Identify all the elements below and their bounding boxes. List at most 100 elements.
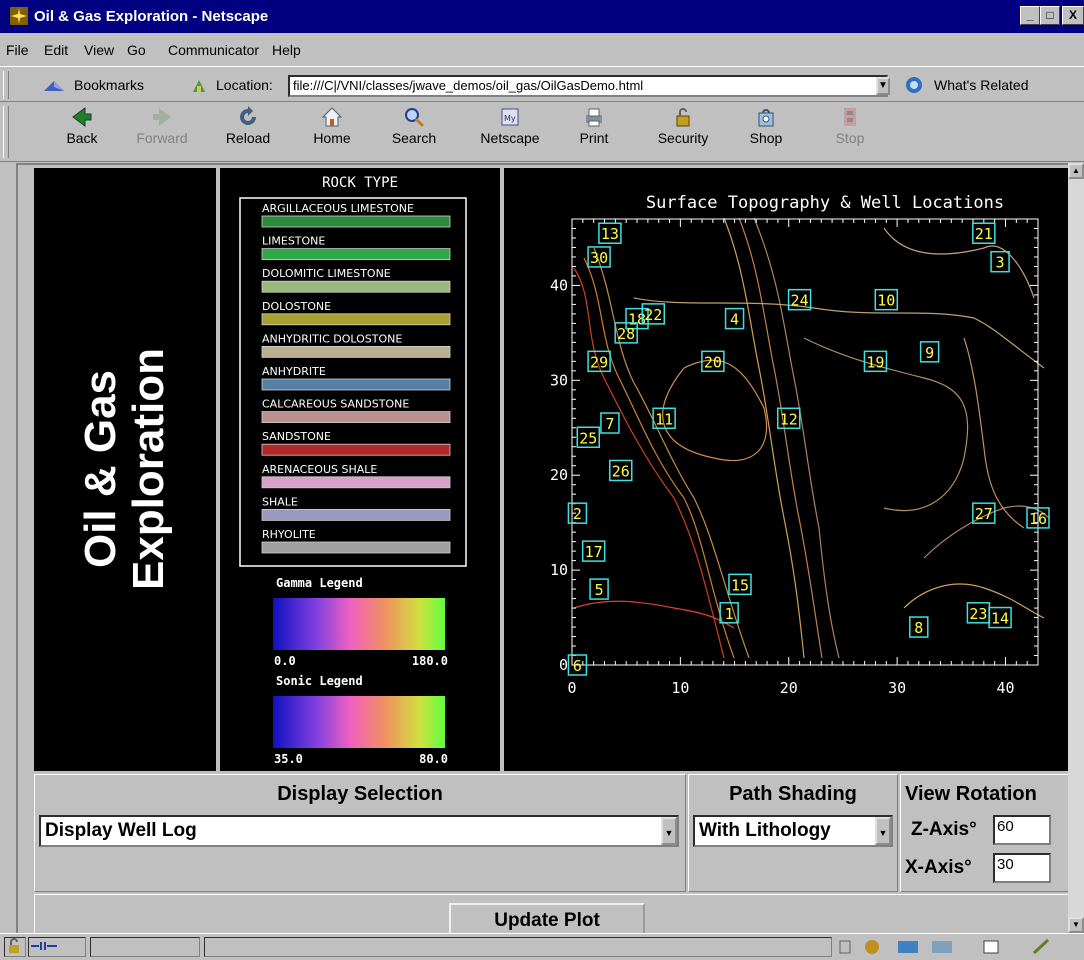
well-marker-label: 6 xyxy=(573,657,582,675)
well-marker-label: 28 xyxy=(617,325,635,343)
window-title-bar[interactable]: Oil & Gas Exploration - Netscape _ □ X xyxy=(0,0,1084,33)
topography-map[interactable]: Surface Topography & Well Locations 0 10 2… xyxy=(504,168,1068,771)
well-marker[interactable]: 3 xyxy=(990,250,1010,273)
well-marker[interactable]: 26 xyxy=(609,459,633,482)
close-button[interactable]: X xyxy=(1062,6,1084,25)
well-marker[interactable]: 12 xyxy=(776,407,801,430)
page-scrollbar[interactable]: ▲ ▼ xyxy=(1068,163,1084,933)
well-marker[interactable]: 14 xyxy=(988,606,1012,629)
newsgroups-icon xyxy=(932,941,952,953)
x-tick-label: 20 xyxy=(780,679,798,697)
chevron-down-icon[interactable]: ▼ xyxy=(661,817,677,845)
gamma-legend-title: Gamma Legend xyxy=(276,576,363,590)
scroll-down-button[interactable]: ▼ xyxy=(1068,917,1084,933)
forward-arrow-icon xyxy=(153,108,171,126)
back-button[interactable]: Back xyxy=(58,106,106,146)
minimize-button[interactable]: _ xyxy=(1020,6,1040,25)
netscape-app-icon xyxy=(10,7,28,25)
well-marker[interactable]: 10 xyxy=(874,288,899,311)
well-marker-label: 1 xyxy=(725,605,734,623)
menu-go[interactable]: Go xyxy=(127,42,146,58)
search-button[interactable]: Search xyxy=(384,106,444,146)
well-marker[interactable]: 30 xyxy=(587,246,611,268)
display-selection-panel: Display Selection Display Well Log ▼ xyxy=(34,774,686,892)
well-marker[interactable]: 20 xyxy=(701,350,725,373)
bookmarks-button[interactable]: Bookmarks xyxy=(74,77,144,93)
security-lock-status-icon[interactable] xyxy=(4,937,26,957)
well-marker[interactable]: 11 xyxy=(652,407,676,430)
well-marker[interactable]: 24 xyxy=(787,288,812,311)
menu-communicator[interactable]: Communicator xyxy=(168,42,259,58)
print-button[interactable]: Print xyxy=(570,106,618,146)
well-marker[interactable]: 22 xyxy=(641,303,666,325)
well-marker[interactable]: 5 xyxy=(589,578,609,600)
well-marker[interactable]: 17 xyxy=(581,540,606,562)
y-tick-label: 10 xyxy=(550,561,568,579)
app-title-panel: Oil & Gas Exploration xyxy=(34,168,216,771)
location-url-input[interactable]: file:///C|/VNI/classes/jwave_demos/oil_g… xyxy=(288,75,888,97)
lock-icon xyxy=(676,108,690,127)
rock-type-label: ANHYDRITIC DOLOSTONE xyxy=(262,332,402,345)
well-marker-label: 16 xyxy=(1029,510,1047,528)
x-axis-input[interactable]: 30 xyxy=(993,853,1051,883)
well-marker[interactable]: 13 xyxy=(598,222,622,244)
menu-bar: File Edit View Go Communicator Help xyxy=(0,33,1084,66)
rock-type-swatch xyxy=(261,411,451,424)
home-button[interactable]: Home xyxy=(308,106,356,146)
netscape-button[interactable]: My Netscape xyxy=(468,106,552,146)
well-marker[interactable]: 27 xyxy=(972,502,996,524)
stop-button[interactable]: Stop xyxy=(828,106,872,146)
well-marker[interactable]: 23 xyxy=(966,602,991,624)
well-marker[interactable]: 4 xyxy=(724,307,745,330)
well-marker[interactable]: 2 xyxy=(567,502,588,524)
rock-type-label: DOLOSTONE xyxy=(262,300,331,313)
forward-button[interactable]: Forward xyxy=(130,106,194,146)
bookmarks-icon xyxy=(44,81,64,91)
scroll-up-button[interactable]: ▲ xyxy=(1068,163,1084,179)
rock-type-label: SHALE xyxy=(262,495,298,508)
component-bar xyxy=(838,938,1078,956)
rock-type-swatch xyxy=(261,248,451,260)
well-marker-label: 3 xyxy=(996,254,1005,272)
well-marker-label: 22 xyxy=(644,306,662,324)
progress-field xyxy=(90,937,200,957)
toolbar-grip[interactable] xyxy=(3,106,9,158)
toolbar-grip[interactable] xyxy=(3,71,9,99)
menu-view[interactable]: View xyxy=(84,42,114,58)
well-marker[interactable]: 19 xyxy=(863,350,888,373)
rock-type-swatch xyxy=(261,476,451,489)
well-marker[interactable]: 15 xyxy=(728,573,752,596)
well-marker[interactable]: 9 xyxy=(919,341,940,363)
location-dropdown-button[interactable]: ▼ xyxy=(876,77,890,95)
maximize-button[interactable]: □ xyxy=(1040,6,1060,25)
well-marker[interactable]: 28 xyxy=(614,322,638,344)
display-selection-select[interactable]: Display Well Log ▼ xyxy=(39,815,679,847)
reload-button[interactable]: Reload xyxy=(218,106,278,146)
well-marker[interactable]: 7 xyxy=(600,412,620,434)
path-shading-panel: Path Shading With Lithology ▼ xyxy=(688,774,898,892)
well-marker[interactable]: 21 xyxy=(972,222,996,244)
update-plot-button[interactable]: Update Plot xyxy=(449,903,645,933)
menu-edit[interactable]: Edit xyxy=(44,42,68,58)
well-marker[interactable]: 25 xyxy=(576,426,601,449)
well-marker-label: 20 xyxy=(704,353,722,371)
well-marker[interactable]: 29 xyxy=(587,350,611,373)
well-marker[interactable]: 16 xyxy=(1026,507,1050,529)
chevron-down-icon[interactable]: ▼ xyxy=(875,817,891,845)
z-axis-input[interactable]: 60 xyxy=(993,815,1051,845)
well-marker[interactable]: 8 xyxy=(909,616,929,638)
home-icon xyxy=(321,107,343,127)
topography-map-panel[interactable]: Surface Topography & Well Locations 0 10 2… xyxy=(504,168,1068,771)
whats-related-button[interactable]: What's Related xyxy=(934,77,1029,93)
location-toolbar: Bookmarks Location: file:///C|/VNI/class… xyxy=(0,66,1084,102)
mail-icon xyxy=(898,941,918,953)
menu-help[interactable]: Help xyxy=(272,42,301,58)
menu-file[interactable]: File xyxy=(6,42,29,58)
display-selection-value: Display Well Log xyxy=(45,820,197,841)
security-button[interactable]: Security xyxy=(648,106,718,146)
stop-icon xyxy=(844,108,856,126)
shop-button[interactable]: Shop xyxy=(742,106,790,146)
path-shading-select[interactable]: With Lithology ▼ xyxy=(693,815,893,847)
y-tick-label: 40 xyxy=(550,276,568,294)
well-marker[interactable]: 1 xyxy=(719,602,739,624)
